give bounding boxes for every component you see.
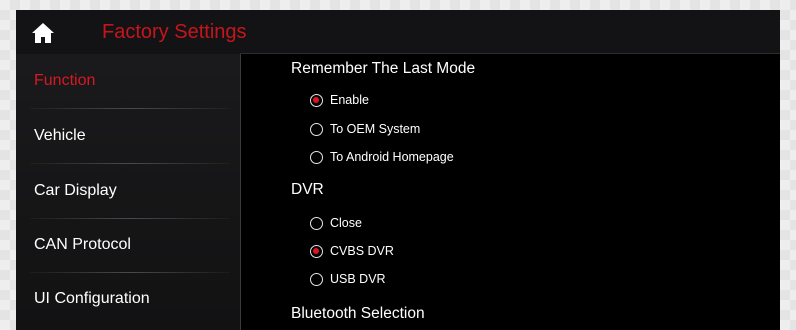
radio-button-selected[interactable]	[310, 244, 323, 258]
radio-button[interactable]	[310, 272, 323, 286]
header-bar: Factory Settings	[16, 10, 780, 54]
radio-label: Close	[330, 216, 362, 230]
sidebar-item-vehicle[interactable]: Vehicle	[16, 109, 240, 163]
home-icon	[32, 23, 54, 43]
section-title-dvr: DVR	[291, 181, 324, 198]
radio-button[interactable]	[310, 216, 323, 230]
page-title: Factory Settings	[102, 21, 247, 43]
radio-button[interactable]	[310, 122, 323, 136]
home-button[interactable]	[29, 21, 57, 45]
head-unit-screen: Factory Settings Function Vehicle Car Di…	[16, 10, 780, 330]
radio-label: Enable	[330, 93, 369, 107]
radio-label: To Android Homepage	[330, 150, 454, 164]
radio-option-to-oem-system[interactable]: To OEM System	[310, 119, 420, 139]
section-title-remember-last-mode: Remember The Last Mode	[291, 60, 476, 77]
radio-label: USB DVR	[330, 272, 386, 286]
sidebar-item-car-display[interactable]: Car Display	[16, 164, 240, 218]
radio-button[interactable]	[310, 150, 323, 164]
section-title-bluetooth-selection: Bluetooth Selection	[291, 305, 425, 322]
sidebar-item-can-protocol[interactable]: CAN Protocol	[16, 218, 240, 272]
radio-option-cvbs-dvr[interactable]: CVBS DVR	[310, 241, 394, 261]
radio-option-to-android-homepage[interactable]: To Android Homepage	[310, 147, 454, 167]
radio-button-selected[interactable]	[310, 93, 323, 107]
sidebar-item-function[interactable]: Function	[16, 54, 240, 108]
radio-option-usb-dvr[interactable]: USB DVR	[310, 269, 386, 289]
radio-label: To OEM System	[330, 122, 421, 136]
radio-label: CVBS DVR	[330, 244, 394, 258]
sidebar: Function Vehicle Car Display CAN Protoco…	[16, 54, 240, 330]
sidebar-item-ui-configuration[interactable]: UI Configuration	[16, 272, 240, 326]
settings-panel: Remember The Last Mode Enable To OEM Sys…	[241, 54, 780, 330]
radio-option-close[interactable]: Close	[310, 213, 362, 233]
radio-option-enable[interactable]: Enable	[310, 90, 369, 110]
